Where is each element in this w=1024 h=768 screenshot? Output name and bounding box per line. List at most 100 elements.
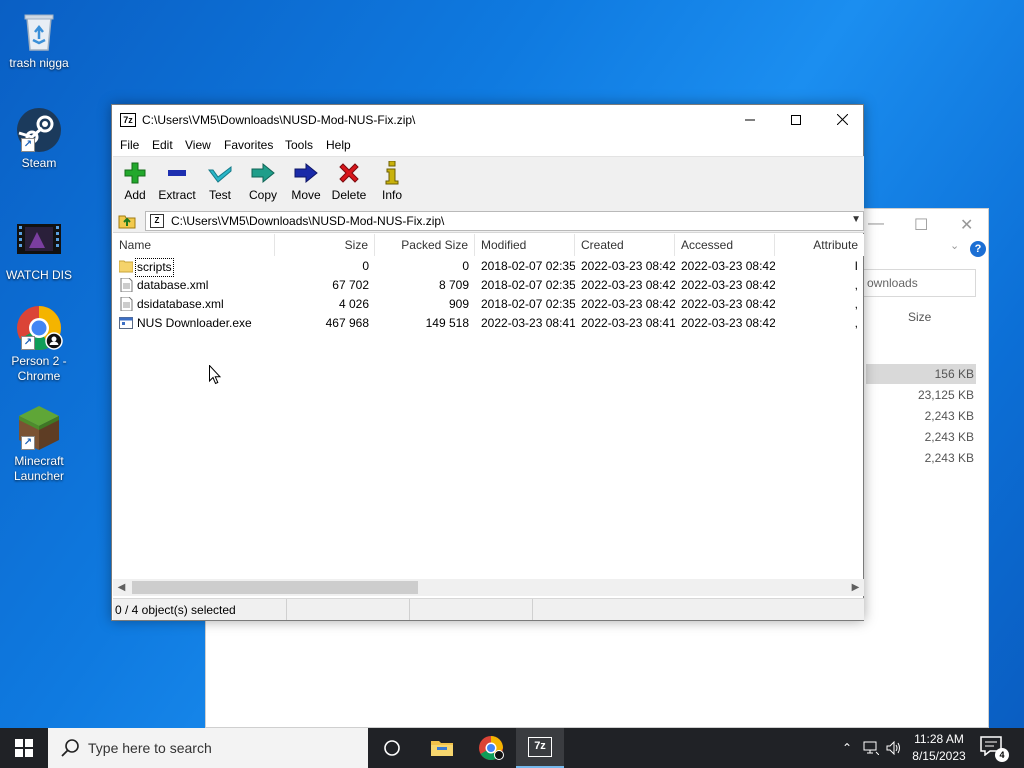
taskbar-chrome[interactable]: [467, 728, 515, 768]
task-view-button[interactable]: [368, 728, 416, 768]
minecraft-icon: ↗: [15, 404, 63, 452]
file-name: database.xml: [137, 278, 209, 292]
network-status-button[interactable]: [860, 728, 882, 768]
close-icon[interactable]: ✕: [960, 215, 973, 235]
menu-help[interactable]: Help: [326, 138, 351, 152]
scrollbar-thumb[interactable]: [132, 581, 418, 594]
test-button[interactable]: Test: [198, 161, 242, 202]
file-row[interactable]: scripts 0 0 2018-02-07 02:35 2022-03-23 …: [113, 257, 864, 277]
move-arrow-icon: [294, 162, 318, 184]
notification-center-button[interactable]: 4: [980, 736, 1009, 762]
file-packed-size: 0: [462, 259, 469, 273]
chevron-down-icon[interactable]: ⌄: [950, 239, 959, 252]
minimize-icon[interactable]: —: [868, 215, 884, 233]
folder-icon: [118, 259, 134, 273]
file-accessed: 2022-03-23 08:42: [681, 316, 775, 330]
start-button[interactable]: [0, 728, 48, 768]
network-icon: [863, 741, 879, 755]
move-button[interactable]: Move: [284, 161, 328, 202]
up-folder-button[interactable]: [118, 212, 136, 230]
shortcut-arrow-icon: ↗: [21, 336, 35, 350]
desktop-icon-label: Minecraft Launcher: [13, 454, 65, 483]
delete-x-icon: [339, 163, 359, 183]
exe-file-icon: [119, 316, 133, 330]
file-name: dsidatabase.xml: [137, 297, 224, 311]
file-row[interactable]: dsidatabase.xml 4 026 909 2018-02-07 02:…: [113, 295, 864, 314]
7zip-window[interactable]: 7z C:\Users\VM5\Downloads\NUSD-Mod-NUS-F…: [111, 104, 864, 621]
maximize-icon[interactable]: ☐: [914, 215, 928, 235]
chrome-icon: ↗: [15, 304, 63, 352]
menu-edit[interactable]: Edit: [152, 138, 173, 152]
file-size: 467 968: [325, 316, 369, 330]
move-label: Move: [291, 188, 321, 202]
close-button[interactable]: [819, 105, 865, 135]
scroll-right-icon[interactable]: ▶: [847, 579, 864, 596]
column-header-size[interactable]: Size: [275, 234, 375, 256]
video-file-icon: [15, 218, 63, 266]
menu-file[interactable]: File: [120, 138, 139, 152]
task-view-icon: [384, 740, 400, 756]
menu-view[interactable]: View: [185, 138, 211, 152]
shortcut-arrow-icon: ↗: [21, 436, 35, 450]
clock-time: 11:28 AM: [914, 732, 964, 746]
show-hidden-icons-button[interactable]: ⌃: [836, 728, 858, 768]
size-cell: 23,125 KB: [917, 388, 974, 402]
system-clock[interactable]: 11:28 AM 8/15/2023: [900, 731, 978, 765]
desktop-icon-recycle-bin[interactable]: trash nigga: [4, 6, 74, 71]
info-button[interactable]: Info: [370, 161, 414, 202]
scroll-left-icon[interactable]: ◀: [113, 579, 130, 596]
mouse-cursor-icon: [209, 365, 221, 385]
file-created: 2022-03-23 08:42: [581, 297, 675, 311]
file-row[interactable]: database.xml 67 702 8 709 2018-02-07 02:…: [113, 276, 864, 295]
file-created: 2022-03-23 08:42: [581, 278, 675, 292]
menu-tools[interactable]: Tools: [285, 138, 313, 152]
column-header-accessed[interactable]: Accessed: [675, 234, 775, 256]
desktop-icon-minecraft[interactable]: ↗ Minecraft Launcher: [4, 404, 74, 484]
status-bar: 0 / 4 object(s) selected: [113, 598, 864, 620]
desktop-icon-label: Person 2 - Chrome: [11, 354, 67, 383]
horizontal-scrollbar[interactable]: ◀ ▶: [113, 579, 864, 596]
file-row[interactable]: NUS Downloader.exe 467 968 149 518 2022-…: [113, 314, 864, 333]
windows-logo-icon: [15, 739, 33, 757]
size-column-header[interactable]: Size: [908, 310, 931, 324]
chevron-down-icon[interactable]: ▼: [851, 214, 861, 225]
address-combobox[interactable]: Z C:\Users\VM5\Downloads\NUSD-Mod-NUS-Fi…: [145, 211, 864, 231]
size-cell: 156 KB: [866, 364, 976, 384]
column-header-modified[interactable]: Modified: [475, 234, 575, 256]
status-segment: [410, 599, 533, 620]
file-created: 2022-03-23 08:41: [581, 316, 675, 330]
notification-count-badge: 4: [995, 748, 1009, 762]
zip-archive-icon: Z: [150, 214, 164, 228]
maximize-button[interactable]: [773, 105, 819, 135]
taskbar-7zip[interactable]: 7z: [516, 728, 564, 768]
desktop-icon-watch-dis[interactable]: WATCH DIS: [4, 218, 74, 283]
column-header-packed-size[interactable]: Packed Size: [375, 234, 475, 256]
menu-favorites[interactable]: Favorites: [224, 138, 273, 152]
help-icon[interactable]: ?: [970, 241, 986, 257]
taskbar-search-box[interactable]: Type here to search: [48, 728, 368, 768]
copy-button[interactable]: Copy: [241, 161, 285, 202]
window-title: C:\Users\VM5\Downloads\NUSD-Mod-NUS-Fix.…: [142, 113, 416, 127]
delete-button[interactable]: Delete: [327, 161, 371, 202]
copy-arrow-icon: [251, 162, 275, 184]
add-label: Add: [124, 188, 146, 202]
address-bar: Z C:\Users\VM5\Downloads\NUSD-Mod-NUS-Fi…: [113, 209, 864, 233]
clock-date: 8/15/2023: [912, 749, 966, 763]
column-header-attributes[interactable]: Attribute: [775, 234, 864, 256]
minimize-button[interactable]: [727, 105, 773, 135]
taskbar-file-explorer[interactable]: [418, 728, 466, 768]
title-bar[interactable]: 7z C:\Users\VM5\Downloads\NUSD-Mod-NUS-F…: [112, 105, 863, 135]
desktop-icon-chrome[interactable]: ↗ Person 2 - Chrome: [4, 304, 74, 384]
file-name: NUS Downloader.exe: [137, 316, 252, 330]
explorer-search-input[interactable]: ownloads: [858, 269, 976, 297]
search-icon: [61, 739, 79, 757]
desktop-icon-steam[interactable]: ↗ Steam: [4, 106, 74, 171]
plus-icon: [124, 162, 146, 184]
desktop-icon-label: WATCH DIS: [6, 268, 72, 282]
close-icon: [836, 113, 848, 126]
add-button[interactable]: Add: [113, 161, 157, 202]
column-header-created[interactable]: Created: [575, 234, 675, 256]
menu-bar: File Edit View Favorites Tools Help: [112, 135, 863, 155]
extract-button[interactable]: Extract: [155, 161, 199, 202]
column-header-name[interactable]: Name: [113, 234, 275, 256]
